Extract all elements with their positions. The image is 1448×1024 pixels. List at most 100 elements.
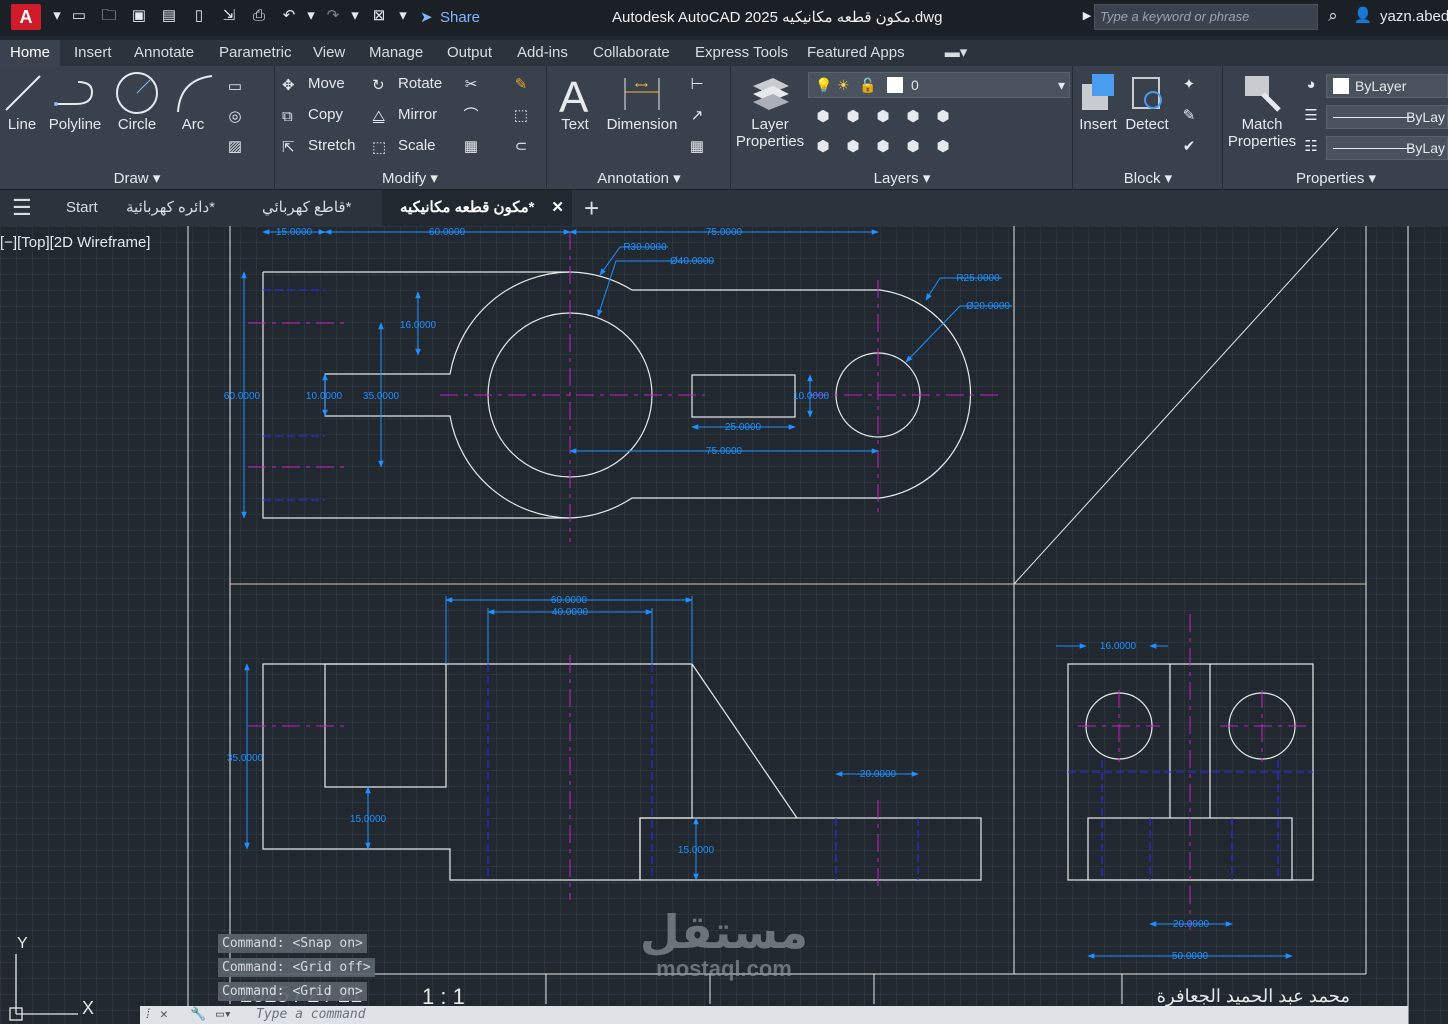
ribbon-minimize-icon[interactable]: ▬▾	[940, 40, 972, 66]
close-icon[interactable]: ✕	[160, 1006, 168, 1024]
linear-dim-icon[interactable]: ⊢	[686, 74, 708, 96]
command-input[interactable]: ⁞ ✕ 🔧 ▭▾ Type a command	[140, 1006, 1408, 1024]
layer-tool-icon[interactable]: ⬢	[932, 136, 954, 158]
save-to-web-icon[interactable]: ⇲	[218, 5, 240, 27]
command-prompt-icon[interactable]: ▭▾	[216, 1006, 232, 1024]
gradient-icon[interactable]: ▨	[224, 136, 246, 158]
layer-tool-icon[interactable]: ⬢	[902, 106, 924, 128]
stretch-button[interactable]: ⇱ Stretch	[282, 134, 356, 158]
create-block-icon[interactable]: ✦	[1178, 74, 1200, 96]
mirror-button[interactable]: ⧋ Mirror	[372, 103, 437, 127]
trim-icon[interactable]: ✂	[460, 74, 482, 96]
hatch-icon[interactable]: ◎	[224, 106, 246, 128]
file-tabs: ☰ Start دائره كهربائية* قاطع كهربائي* مك…	[0, 190, 1448, 226]
svg-text:⟷: ⟷	[635, 80, 648, 90]
tab-insert[interactable]: Insert	[74, 40, 112, 66]
wrench-icon[interactable]: 🔧	[190, 1006, 206, 1024]
layer-tool-icon[interactable]: ⬢	[812, 106, 834, 128]
dropdown-arrow-icon[interactable]: ▾	[46, 5, 68, 27]
draw-panel-label[interactable]: Draw ▾	[0, 168, 274, 190]
workspace-icon[interactable]: ⊠	[368, 5, 390, 27]
annotation-panel-label[interactable]: Annotation ▾	[548, 168, 730, 190]
layer-tool-icon[interactable]: ⬢	[902, 136, 924, 158]
open-folder-icon[interactable]: 🗀	[98, 5, 120, 27]
array-icon[interactable]: ▦	[460, 136, 482, 158]
fillet-icon[interactable]: ⌒	[460, 105, 482, 127]
modify-panel-label[interactable]: Modify ▾	[276, 168, 544, 190]
polyline-button[interactable]: Polyline	[46, 70, 104, 133]
save-as-icon[interactable]: ▤	[158, 5, 180, 27]
new-file-icon[interactable]: ▭	[68, 5, 90, 27]
insert-block-button[interactable]: Insert	[1076, 70, 1120, 133]
new-tab-icon[interactable]: +	[584, 190, 599, 226]
plot-icon[interactable]: ⎙	[248, 5, 270, 27]
dimension-button[interactable]: ⟷ Dimension	[602, 70, 682, 133]
copy-button[interactable]: ⧉ Copy	[282, 103, 343, 127]
search-input[interactable]: Type a keyword or phrase	[1094, 4, 1318, 30]
autocad-logo-icon[interactable]: A	[11, 4, 41, 30]
tab-express-tools[interactable]: Express Tools	[695, 40, 788, 66]
block-attribute-icon[interactable]: ✔	[1178, 136, 1200, 158]
layer-tool-icon[interactable]: ⬢	[872, 136, 894, 158]
tab-home[interactable]: Home	[0, 40, 61, 66]
circle-button[interactable]: Circle	[110, 70, 164, 133]
layer-tool-icon[interactable]: ⬢	[842, 136, 864, 158]
rotate-button[interactable]: ↻ Rotate	[372, 72, 442, 96]
hamburger-menu-icon[interactable]: ☰	[12, 190, 38, 226]
arc-button[interactable]: Arc	[170, 70, 216, 133]
tab-manage[interactable]: Manage	[369, 40, 423, 66]
layer-tool-icon[interactable]: ⬢	[842, 106, 864, 128]
tab-collaborate[interactable]: Collaborate	[593, 40, 670, 66]
layer-tool-icon[interactable]: ⬢	[812, 136, 834, 158]
edit-block-icon[interactable]: ✎	[1178, 105, 1200, 127]
properties-panel-label[interactable]: Properties ▾	[1224, 168, 1448, 190]
tab-add-ins[interactable]: Add-ins	[517, 40, 568, 66]
lineweight-dropdown[interactable]: ByLay	[1326, 105, 1448, 129]
match-properties-button[interactable]: Match Properties	[1226, 70, 1298, 150]
tab-file-circuit[interactable]: دائره كهربائية*	[126, 190, 215, 226]
tab-output[interactable]: Output	[447, 40, 492, 66]
tab-annotate[interactable]: Annotate	[134, 40, 194, 66]
line-button[interactable]: Line	[0, 70, 44, 133]
block-panel-label[interactable]: Block ▾	[1074, 168, 1222, 190]
move-button[interactable]: ✥ Move	[282, 72, 345, 96]
customize-qat-icon[interactable]: ▾	[392, 5, 414, 27]
table-icon[interactable]: ▦	[686, 136, 708, 158]
drawing-canvas[interactable]: [−][Top][2D Wireframe] 15.0000 60.0000 7…	[0, 226, 1448, 1024]
linetype-icon[interactable]: ☷	[1300, 136, 1322, 158]
undo-icon[interactable]: ↶	[278, 5, 300, 27]
tab-start[interactable]: Start	[66, 190, 98, 226]
layer-tool-icon[interactable]: ⬢	[932, 106, 954, 128]
tab-view[interactable]: View	[313, 40, 345, 66]
rectangle-icon[interactable]: ▭	[224, 76, 246, 98]
color-wheel-icon[interactable]: ◕	[1300, 74, 1322, 96]
tab-featured-apps[interactable]: Featured Apps	[807, 40, 905, 66]
offset-icon[interactable]: ⊂	[510, 136, 532, 158]
linetype-dropdown[interactable]: ByLay	[1326, 136, 1448, 160]
tab-parametric[interactable]: Parametric	[219, 40, 292, 66]
layers-panel-label[interactable]: Layers ▾	[732, 168, 1072, 190]
layer-properties-button[interactable]: Layer Properties	[734, 70, 806, 150]
scale-button[interactable]: ⬚ Scale	[372, 134, 436, 158]
layer-dropdown[interactable]: 💡 ☀ 🔓 0 ▾	[808, 72, 1070, 98]
undo-dropdown-icon[interactable]: ▾	[300, 5, 322, 27]
user-icon[interactable]: 👤	[1352, 5, 1374, 27]
layer-tool-icon[interactable]: ⬢	[872, 106, 894, 128]
explode-icon[interactable]: ⬚	[510, 105, 532, 127]
leader-icon[interactable]: ↗	[686, 105, 708, 127]
search-icon[interactable]: ⌕	[1322, 5, 1344, 27]
color-dropdown[interactable]: ByLayer	[1326, 74, 1448, 98]
share-button[interactable]: ➤ Share	[420, 8, 480, 26]
tab-file-breaker[interactable]: قاطع كهربائي*	[262, 190, 351, 226]
text-button[interactable]: A Text	[552, 70, 598, 133]
redo-dropdown-icon[interactable]: ▾	[344, 5, 366, 27]
redo-icon[interactable]: ↷	[322, 5, 344, 27]
close-tab-icon[interactable]: ✕	[551, 190, 564, 226]
save-icon[interactable]: ▣	[128, 5, 150, 27]
detect-button[interactable]: Detect	[1122, 70, 1172, 133]
open-from-web-icon[interactable]: ▯	[188, 5, 210, 27]
tab-file-active[interactable]: مكون قطعه مكانيكيه* ✕	[382, 190, 572, 226]
erase-icon[interactable]: ✎	[510, 74, 532, 96]
lineweight-icon[interactable]: ☰	[1300, 105, 1322, 127]
user-name[interactable]: yazn.abed	[1380, 8, 1448, 25]
